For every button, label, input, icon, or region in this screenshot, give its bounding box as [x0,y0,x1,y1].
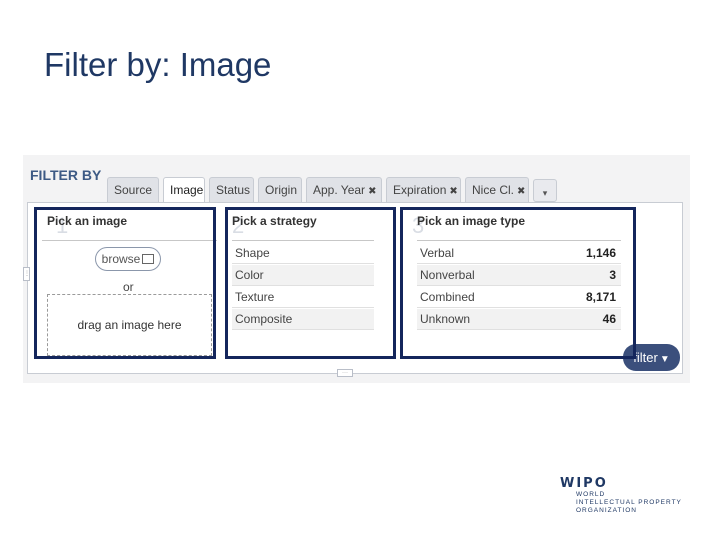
tab-label: Image [170,183,204,197]
filter-widget: FILTER BY Source Image Status Origin App… [23,155,690,383]
tab-expiration[interactable]: Expiration ✖ [386,177,461,202]
logo-line: INTELLECTUAL PROPERTY [576,499,682,506]
tab-status[interactable]: Status [209,177,254,202]
resize-handle-left[interactable]: ⋮ [23,267,30,281]
tab-origin[interactable]: Origin [258,177,302,202]
tab-label: Status [216,183,251,197]
tab-label: Source [114,183,153,197]
tab-label: Nice Cl. [472,183,515,197]
close-icon[interactable]: ✖ [517,186,525,197]
tab-label: App. Year [313,183,366,197]
tab-source[interactable]: Source [107,177,159,202]
logo-line: ORGANIZATION [576,507,637,514]
slide-title: Filter by: Image [44,46,272,83]
more-tabs-button[interactable]: ▾ [533,179,557,202]
close-icon[interactable]: ✖ [368,186,376,197]
logo-name: WIPO [560,476,608,491]
tab-label: Expiration [393,183,447,197]
tab-nice-class[interactable]: Nice Cl. ✖ [465,177,529,202]
funnel-icon: ▼ [659,354,670,365]
filter-label: filter [633,350,658,365]
highlight-pick-image-type [400,207,636,359]
resize-handle-bottom[interactable]: ··· [337,369,353,377]
chevron-down-icon: ▾ [542,188,548,198]
logo-line: WORLD [576,491,606,498]
highlight-pick-strategy [225,207,396,359]
highlight-pick-image [34,207,216,359]
close-icon[interactable]: ✖ [449,186,457,197]
tab-image[interactable]: Image [163,177,205,203]
filter-header: FILTER BY [30,167,102,183]
tab-app-year[interactable]: App. Year ✖ [306,177,382,202]
tab-label: Origin [265,183,298,197]
wipo-logo: WIPO WORLD INTELLECTUAL PROPERTY ORGANIZ… [560,476,682,515]
